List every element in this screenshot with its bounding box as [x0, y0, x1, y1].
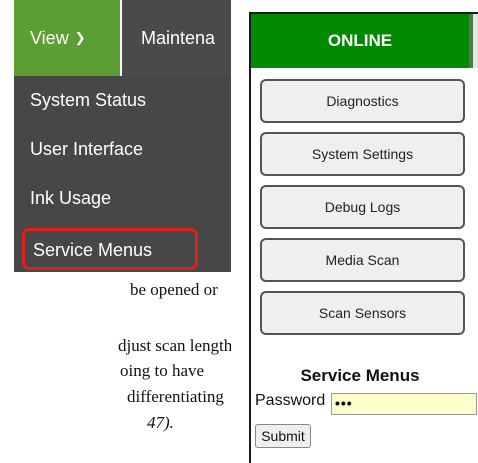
password-value: •••: [335, 395, 353, 411]
button-label: Media Scan: [325, 252, 400, 268]
nav-view-menu[interactable]: View ❯: [14, 0, 120, 76]
nav-view-label: View: [30, 28, 69, 48]
service-panel-screenshot: ONLINE Diagnostics System Settings Debug…: [249, 12, 478, 463]
submit-label: Submit: [261, 428, 305, 444]
document-text-line: differentiating: [127, 387, 224, 406]
scan-sensors-button[interactable]: Scan Sensors: [260, 291, 465, 335]
debug-logs-button[interactable]: Debug Logs: [260, 185, 465, 229]
media-scan-button[interactable]: Media Scan: [260, 238, 465, 282]
menu-item-label: Service Menus: [33, 240, 153, 260]
system-settings-button[interactable]: System Settings: [260, 132, 465, 176]
button-label: Debug Logs: [324, 199, 401, 215]
button-label: Diagnostics: [326, 93, 399, 109]
document-text-line: be opened or: [130, 280, 218, 299]
view-menu-screenshot: View ❯ Maintena System Status User Interf…: [0, 0, 231, 463]
menu-item-ink-usage[interactable]: Ink Usage: [14, 174, 231, 222]
next-tab-inner: [473, 14, 478, 68]
diagnostics-button[interactable]: Diagnostics: [260, 79, 465, 123]
service-menus-title: Service Menus: [300, 366, 420, 385]
nav-divider: [120, 0, 122, 76]
menu-item-label: User Interface: [30, 139, 144, 159]
document-text-line: oing to have: [120, 361, 205, 380]
menu-item-system-status[interactable]: System Status: [14, 76, 231, 124]
button-label: System Settings: [311, 146, 414, 162]
password-label: Password: [255, 392, 326, 409]
document-text-line: djust scan length if: [118, 336, 231, 355]
menu-item-service-menus[interactable]: Service Menus: [22, 228, 198, 270]
submit-button[interactable]: Submit: [255, 424, 311, 448]
top-navbar: View ❯ Maintena: [14, 0, 231, 76]
nav-maintenance-menu[interactable]: Maintena: [123, 0, 231, 76]
document-text-line: 47).: [147, 413, 174, 432]
view-dropdown-menu: System Status User Interface Ink Usage S…: [14, 76, 231, 272]
nav-maintenance-label: Maintena: [141, 28, 216, 48]
menu-item-label: System Status: [30, 90, 147, 110]
menu-item-user-interface[interactable]: User Interface: [14, 125, 231, 173]
status-tab-online[interactable]: ONLINE: [251, 14, 469, 68]
password-field[interactable]: •••: [331, 393, 477, 415]
menu-item-label: Ink Usage: [30, 188, 112, 208]
button-label: Scan Sensors: [318, 305, 407, 321]
chevron-down-icon: ❯: [74, 30, 86, 45]
status-tab-label: ONLINE: [327, 31, 393, 50]
